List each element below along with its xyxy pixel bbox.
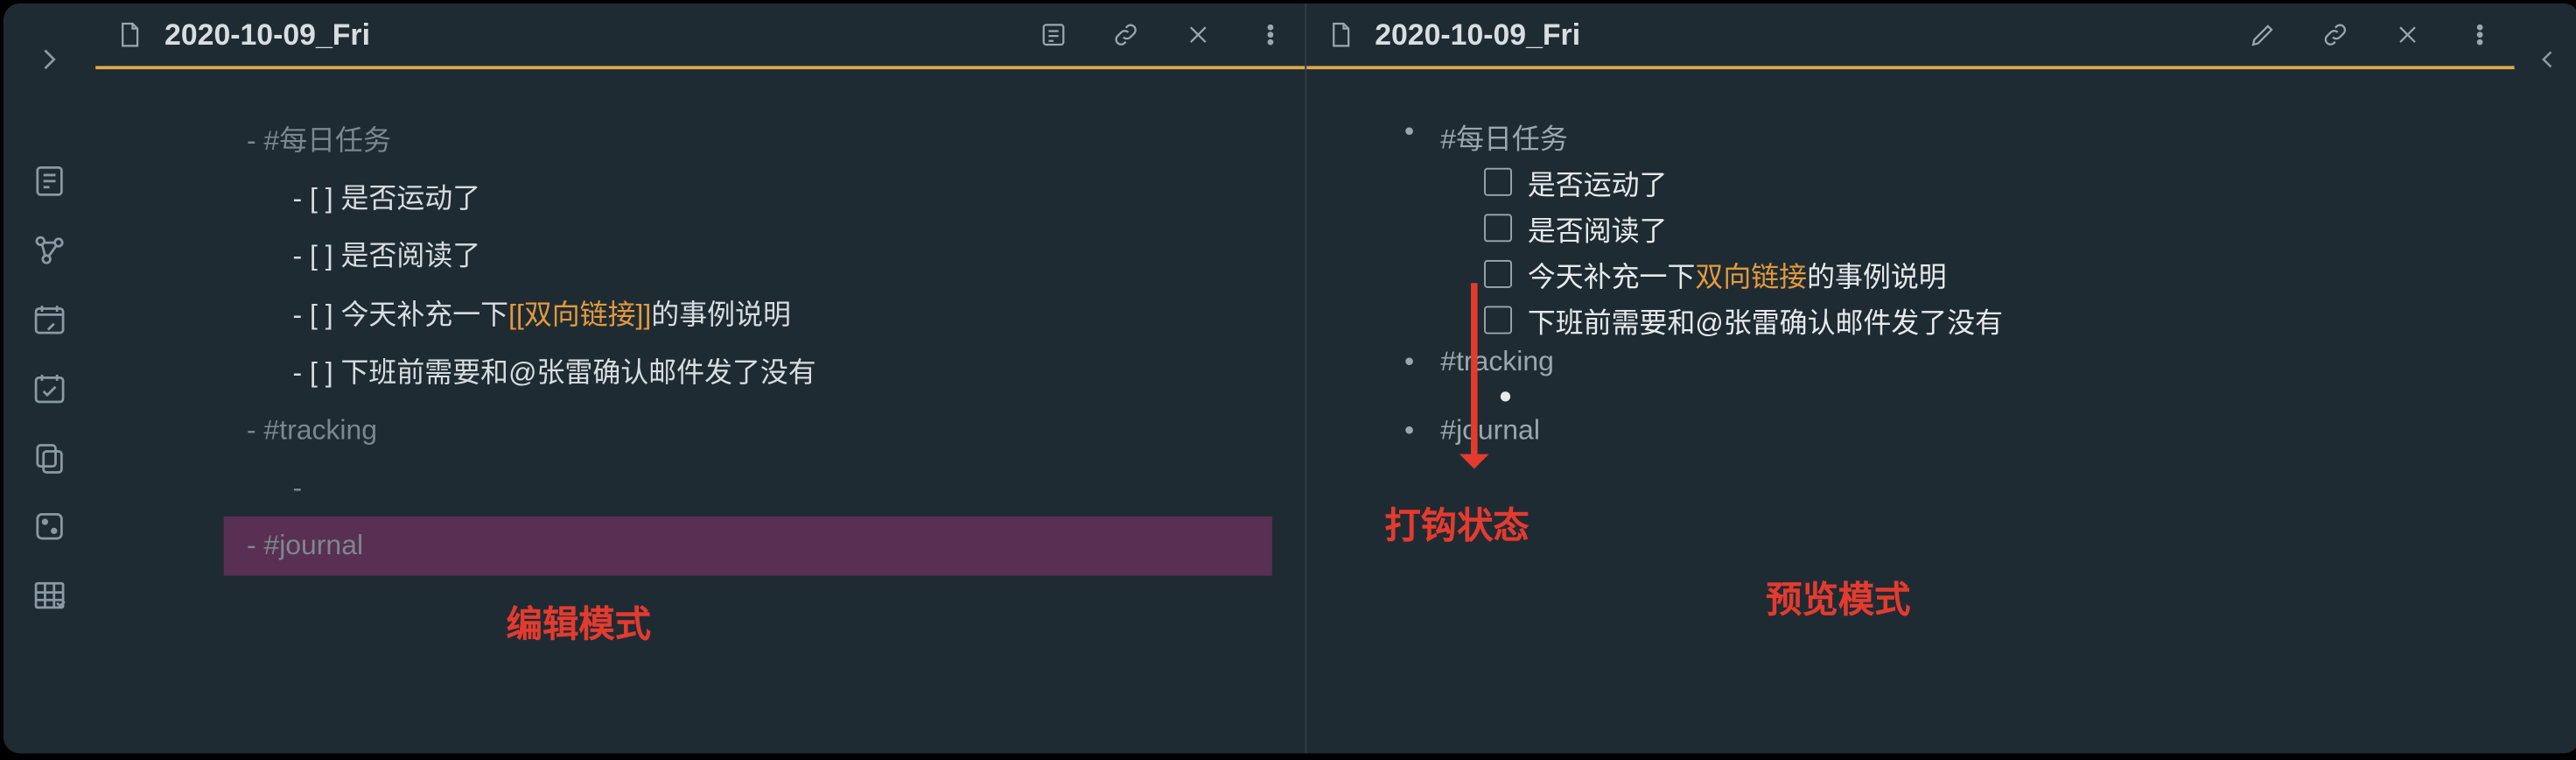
task-item: 是否阅读了	[1483, 208, 2482, 249]
close-icon	[2393, 20, 2423, 50]
more-menu-button[interactable]	[1245, 11, 1294, 60]
file-icon	[116, 20, 145, 50]
copy-icon	[32, 440, 67, 475]
graph-icon	[32, 232, 67, 268]
editor-line[interactable]: - [ ] 是否运动了	[129, 170, 1271, 228]
preview-pane: 2020-10-09_Fri #每日任务 是否运动了 是否阅读了 今天补充一下双…	[1304, 4, 2514, 753]
annotation-preview-mode: 预览模式	[1766, 571, 1910, 623]
task-checkbox[interactable]	[1483, 306, 1511, 334]
expand-sidebar-button[interactable]	[17, 26, 82, 92]
collapse-sidebar-button[interactable]	[2515, 26, 2576, 92]
rail-graph-button[interactable]	[17, 217, 82, 283]
file-icon	[1326, 20, 1355, 50]
close-icon	[1182, 20, 1212, 50]
link-icon	[1110, 20, 1140, 50]
task-item: 今天补充一下双向链接的事例说明	[1483, 253, 2482, 294]
editor-line[interactable]: -	[129, 459, 1271, 517]
chevron-left-icon	[2532, 45, 2562, 74]
editor-tab-actions	[1028, 11, 1294, 60]
preview-bullet: #journal	[1404, 415, 2482, 448]
preview-toggle-button[interactable]	[1028, 11, 1077, 60]
rail-calendar-note-button[interactable]	[17, 286, 82, 352]
annotation-arrow	[1470, 283, 1477, 464]
link-icon	[2320, 20, 2350, 50]
preview-bullet: #tracking	[1404, 346, 2482, 402]
rail-copy-button[interactable]	[17, 425, 82, 490]
table-icon	[32, 577, 67, 613]
close-pane-button[interactable]	[2383, 11, 2432, 60]
editor-body[interactable]: - #每日任务 - [ ] 是否运动了 - [ ] 是否阅读了 - [ ] 今天…	[95, 69, 1304, 753]
preview-body: #每日任务 是否运动了 是否阅读了 今天补充一下双向链接的事例说明 下班前需要和…	[1306, 69, 2514, 753]
preview-tabbar: 2020-10-09_Fri	[1306, 4, 2514, 69]
preview-bullet: #每日任务 是否运动了 是否阅读了 今天补充一下双向链接的事例说明 下班前需要和…	[1404, 116, 2482, 341]
wikilink[interactable]: 双向链接	[1695, 262, 1807, 293]
task-checkbox[interactable]	[1483, 214, 1511, 242]
close-pane-button[interactable]	[1172, 11, 1222, 60]
task-item: 下班前需要和@张雷确认邮件发了没有	[1483, 299, 2482, 341]
preview-tab-actions	[2238, 11, 2504, 60]
task-label: 是否阅读了	[1528, 208, 1668, 249]
more-menu-button[interactable]	[2455, 11, 2504, 60]
task-label: 是否运动了	[1528, 161, 1668, 202]
edit-toggle-button[interactable]	[2238, 11, 2287, 60]
editor-line[interactable]: - #tracking	[129, 401, 1271, 459]
editor-line[interactable]: - [ ] 是否阅读了	[129, 228, 1271, 285]
sub-bullet	[1500, 391, 1509, 401]
right-sidebar	[2515, 4, 2576, 753]
left-sidebar	[4, 4, 95, 753]
preview-icon	[1038, 20, 1068, 50]
rail-checklist-button[interactable]	[17, 355, 82, 421]
calendar-note-icon	[32, 301, 67, 337]
task-label: 下班前需要和@张雷确认邮件发了没有	[1528, 299, 2003, 341]
preview-title: 2020-10-09_Fri	[1375, 18, 2238, 52]
copy-link-button[interactable]	[2311, 11, 2360, 60]
editor-line[interactable]: - [ ] 今天补充一下[[双向链接]]的事例说明	[129, 285, 1271, 343]
rail-dice-button[interactable]	[17, 494, 82, 559]
task-checkbox[interactable]	[1483, 260, 1511, 288]
dice-icon	[32, 509, 67, 545]
copy-link-button[interactable]	[1101, 11, 1150, 60]
editor-tabbar: 2020-10-09_Fri	[95, 4, 1304, 69]
task-item: 是否运动了	[1483, 161, 2482, 202]
editor-title: 2020-10-09_Fri	[164, 18, 1028, 52]
more-icon	[2465, 20, 2495, 50]
rail-table-button[interactable]	[17, 563, 82, 629]
annotation-edit-mode: 编辑模式	[507, 595, 651, 648]
chevron-right-icon	[32, 41, 67, 77]
editor-line[interactable]: - #每日任务	[129, 112, 1271, 170]
editor-pane: 2020-10-09_Fri - #每日任务 - [ ] 是否运动了 - [ ]…	[95, 4, 1304, 753]
annotation-check-state: 打钩状态	[1384, 496, 1529, 549]
notes-icon	[32, 163, 67, 199]
task-label: 今天补充一下双向链接的事例说明	[1528, 253, 1947, 294]
checklist-icon	[32, 370, 67, 406]
editor-cursor-line[interactable]: - #journal	[224, 517, 1271, 575]
workspace: 2020-10-09_Fri - #每日任务 - [ ] 是否运动了 - [ ]…	[95, 4, 2514, 753]
task-checkbox[interactable]	[1483, 168, 1511, 196]
editor-line[interactable]: - [ ] 下班前需要和@张雷确认邮件发了没有	[129, 343, 1271, 401]
more-icon	[1255, 20, 1284, 50]
pencil-icon	[2248, 20, 2278, 50]
rail-notes-button[interactable]	[17, 148, 82, 214]
